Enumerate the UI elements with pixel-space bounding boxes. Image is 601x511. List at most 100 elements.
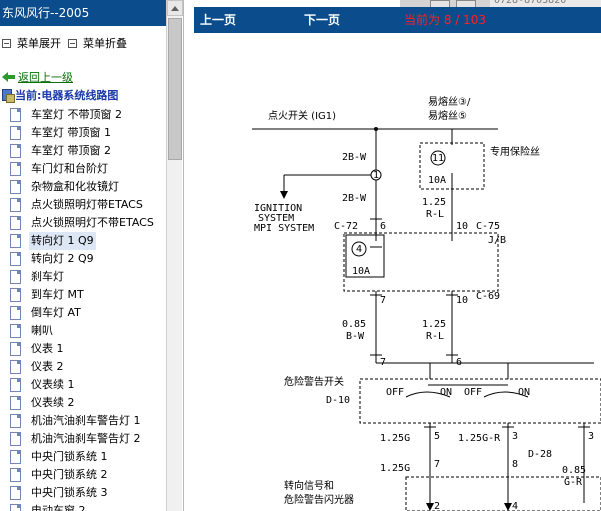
document-icon [10, 108, 21, 122]
menu-item[interactable]: 仪表 1 [0, 340, 166, 358]
wire-label-rl-mid: R-L [426, 331, 444, 342]
prev-page-button[interactable]: 上一页 [200, 7, 236, 33]
pin-4: 4 [512, 501, 518, 511]
menu-toolbar: 菜单展开 菜单折叠 [0, 34, 166, 54]
menu-item[interactable]: 机油汽油刹车警告灯 2 [0, 430, 166, 448]
menu-item[interactable]: 刹车灯 [0, 268, 166, 286]
menu-items: 车室灯 不带顶窗 2 车室灯 带顶窗 1 车室灯 带顶窗 2 车门灯和台阶灯 杂物盒和化… [0, 106, 166, 511]
menu-item-label[interactable]: 机油汽油刹车警告灯 2 [31, 430, 141, 448]
pin-10-lower: 10 [456, 295, 468, 306]
menu-item-label[interactable]: 机油汽油刹车警告灯 1 [31, 412, 141, 430]
menu-item[interactable]: 转向灯 1 Q9 [0, 232, 166, 250]
book-icon [2, 89, 15, 103]
menu-item[interactable]: 仪表续 1 [0, 376, 166, 394]
menu-item[interactable]: 仪表 2 [0, 358, 166, 376]
menu-item-label[interactable]: 点火锁照明灯带ETACS [31, 196, 143, 214]
menu-item[interactable]: 中央门锁系统 2 [0, 466, 166, 484]
pin-5: 5 [434, 431, 440, 442]
flasher-label-2: 危险警告闪光器 [284, 493, 354, 506]
pin-6-lower: 6 [456, 357, 462, 368]
menu-item-label[interactable]: 仪表续 1 [31, 376, 75, 394]
menu-item[interactable]: 电动车窗 2 [0, 502, 166, 511]
menu-item-label[interactable]: 仪表续 2 [31, 394, 75, 412]
collapse-icon [68, 39, 77, 48]
fuse-label-line1: 易熔丝③/ [428, 95, 471, 108]
connector-d10: D-10 [326, 395, 350, 406]
fuse-11-rating: 10A [428, 175, 446, 186]
menu-item-label[interactable]: 车室灯 不带顶窗 2 [31, 106, 122, 124]
document-icon [10, 396, 21, 410]
menu-item-label[interactable]: 中央门锁系统 2 [31, 466, 108, 484]
switch-on-1: ON [440, 387, 452, 398]
menu-item[interactable]: 到车灯 MT [0, 286, 166, 304]
menu-item-label[interactable]: 转向灯 2 Q9 [31, 250, 94, 268]
document-icon [10, 324, 21, 338]
menu-item[interactable]: 点火锁照明灯带ETACS [0, 196, 166, 214]
document-icon [10, 180, 21, 194]
menu-item[interactable]: 倒车灯 AT [0, 304, 166, 322]
pin-3-right: 3 [588, 431, 594, 442]
menu-item-label[interactable]: 车室灯 带顶窗 1 [31, 124, 111, 142]
pin-6: 6 [380, 221, 386, 232]
expand-menu-button[interactable]: 菜单展开 [2, 36, 61, 52]
menu-item[interactable]: 喇叭 [0, 322, 166, 340]
ig1-label: 点火开关 (IG1) [268, 109, 336, 122]
switch-off-1: OFF [386, 387, 404, 398]
wire-label-gr-lower: G-R [564, 477, 583, 488]
scroll-up-button[interactable] [167, 0, 183, 16]
document-icon [10, 504, 21, 511]
menu-item[interactable]: 车室灯 带顶窗 1 [0, 124, 166, 142]
menu-item-label[interactable]: 到车灯 MT [31, 286, 84, 304]
menu-item-label[interactable]: 杂物盒和化妆镜灯 [31, 178, 119, 196]
document-icon [10, 486, 21, 500]
menu-item[interactable]: 中央门锁系统 1 [0, 448, 166, 466]
connector-c75: C-75 [476, 221, 500, 232]
pin-7-bottom: 7 [434, 459, 440, 470]
back-arrow-icon [2, 72, 15, 82]
menu-item-label[interactable]: 电动车窗 2 [31, 502, 86, 511]
document-icon [10, 252, 21, 266]
menu-item[interactable]: 点火锁照明灯不带ETACS [0, 214, 166, 232]
document-icon [10, 234, 21, 248]
menu-item[interactable]: 机油汽油刹车警告灯 1 [0, 412, 166, 430]
menu-item[interactable]: 杂物盒和化妆镜灯 [0, 178, 166, 196]
menu-item-label[interactable]: 倒车灯 AT [31, 304, 81, 322]
wire-label-rl-top: R-L [426, 209, 444, 220]
menu-item-label[interactable]: 仪表 1 [31, 340, 64, 358]
document-icon [10, 198, 21, 212]
menu-item-label[interactable]: 仪表 2 [31, 358, 64, 376]
document-icon [10, 360, 21, 374]
menu-item[interactable]: 仪表续 2 [0, 394, 166, 412]
mpi-system-label: MPI SYSTEM [254, 223, 314, 234]
document-icon [10, 144, 21, 158]
menu-item[interactable]: 转向灯 2 Q9 [0, 250, 166, 268]
back-to-parent-link[interactable]: 返回上一级 [0, 70, 73, 86]
menu-item-label[interactable]: 喇叭 [31, 322, 53, 340]
collapse-menu-button[interactable]: 菜单折叠 [68, 36, 127, 52]
pin-3: 3 [512, 431, 518, 442]
document-icon [10, 378, 21, 392]
pin-7: 7 [380, 295, 386, 306]
next-page-button[interactable]: 下一页 [304, 7, 340, 33]
menu-item-label[interactable]: 车室灯 带顶窗 2 [31, 142, 111, 160]
menu-item-label[interactable]: 车门灯和台阶灯 [31, 160, 108, 178]
menu-item-label[interactable]: 中央门锁系统 1 [31, 448, 108, 466]
menu-item-label[interactable]: 中央门锁系统 3 [31, 484, 108, 502]
menu-item-label[interactable]: 转向灯 1 Q9 [29, 232, 96, 250]
document-icon [10, 450, 21, 464]
page-nav-bar: 上一页 下一页 当前为 8 / 103 [194, 7, 601, 33]
pin-1: 1 [373, 170, 379, 181]
menu-item[interactable]: 中央门锁系统 3 [0, 484, 166, 502]
fuse-11-number: 11 [432, 153, 444, 164]
menu-item-label[interactable]: 点火锁照明灯不带ETACS [31, 214, 154, 232]
vertical-scrollbar[interactable] [166, 0, 183, 511]
scroll-thumb[interactable] [168, 18, 182, 160]
menu-item[interactable]: 车室灯 带顶窗 2 [0, 142, 166, 160]
menu-item[interactable]: 车室灯 不带顶窗 2 [0, 106, 166, 124]
document-icon [10, 432, 21, 446]
document-icon [10, 414, 21, 428]
wiring-diagram: 点火开关 (IG1) 易熔丝③/ 易熔丝⑤ 专用保险丝 2B-W 2B-W IG… [252, 95, 601, 511]
menu-item-label[interactable]: 刹车灯 [31, 268, 64, 286]
pin-10: 10 [456, 221, 468, 232]
menu-item[interactable]: 车门灯和台阶灯 [0, 160, 166, 178]
